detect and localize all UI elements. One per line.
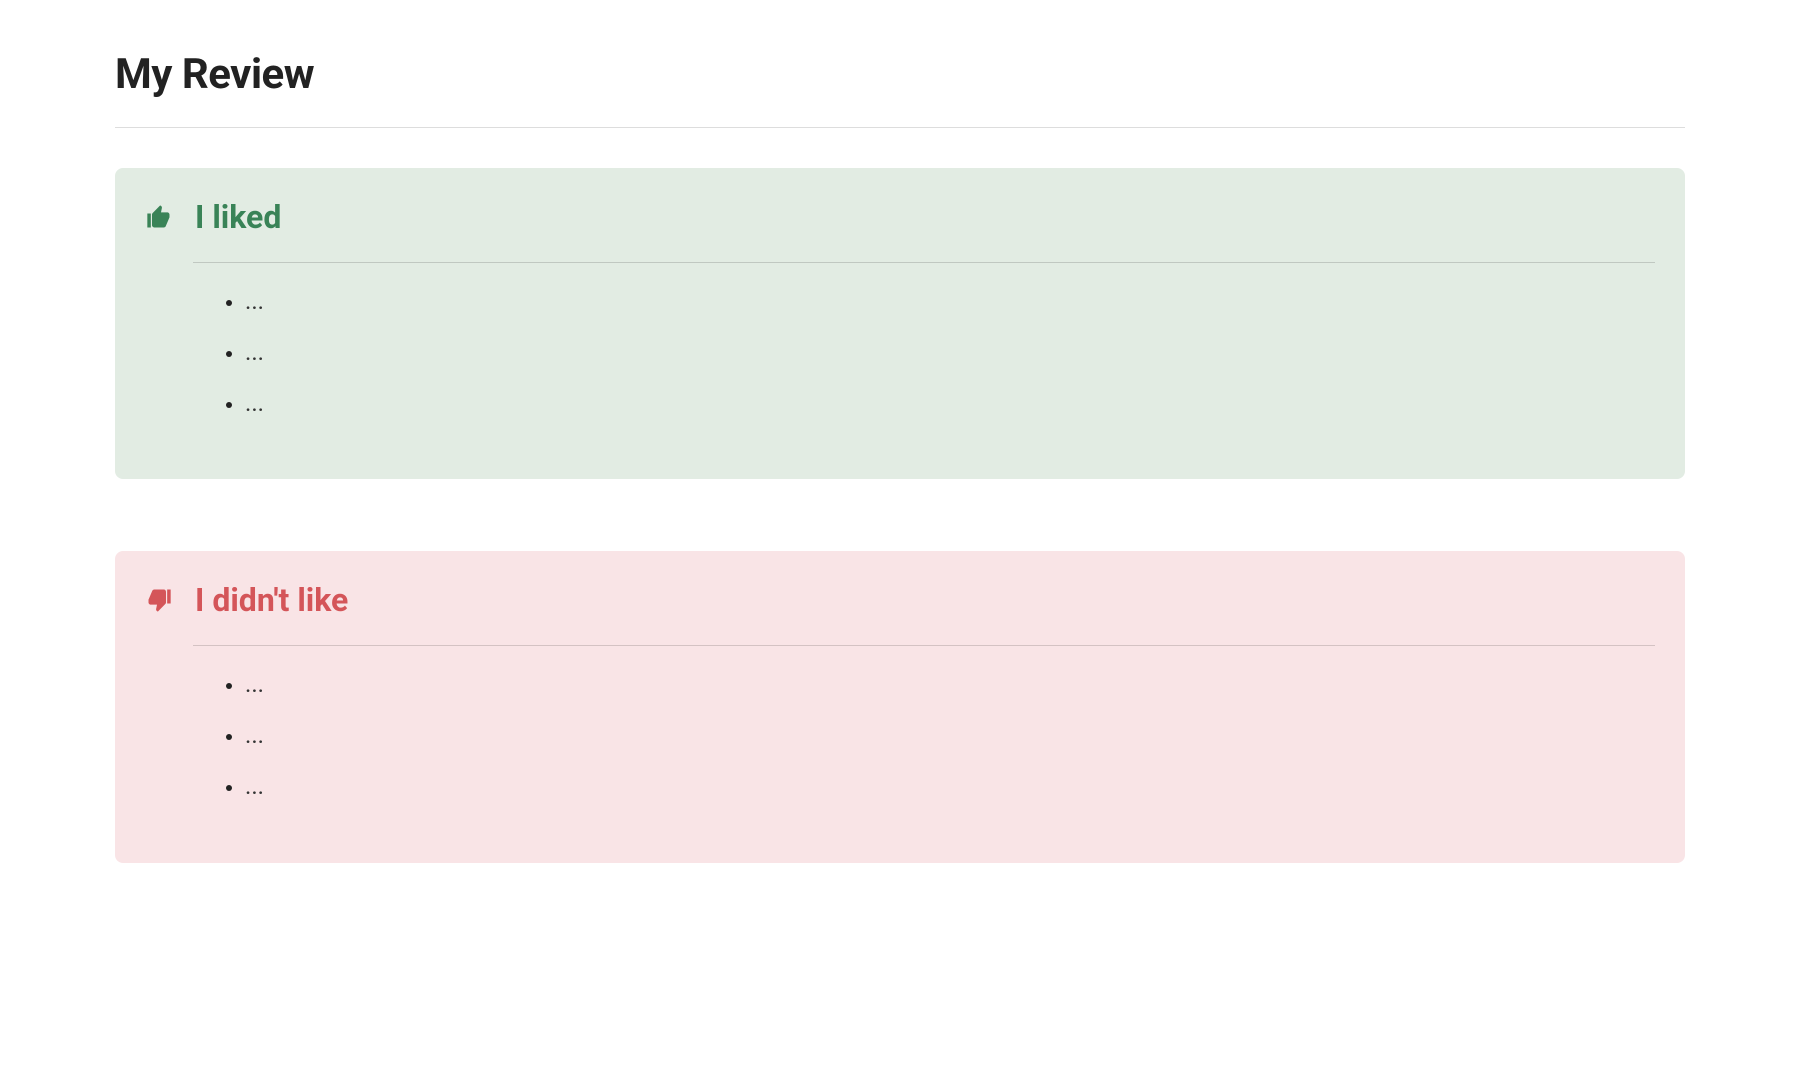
liked-header: I liked [145,198,1655,236]
title-divider [115,127,1685,128]
list-item: ... [245,287,1655,316]
list-item: ... [245,721,1655,750]
list-item: ... [245,772,1655,801]
disliked-heading: I didn't like [195,581,348,619]
disliked-list: ... ... ... [145,670,1655,800]
list-item: ... [245,338,1655,367]
disliked-divider [193,645,1655,646]
liked-card: I liked ... ... ... [115,168,1685,479]
liked-heading: I liked [195,198,281,236]
list-item: ... [245,389,1655,418]
thumbs-up-icon [145,203,173,231]
disliked-header: I didn't like [145,581,1655,619]
page-title: My Review [115,50,1685,99]
disliked-card: I didn't like ... ... ... [115,551,1685,862]
liked-divider [193,262,1655,263]
list-item: ... [245,670,1655,699]
thumbs-down-icon [145,586,173,614]
liked-list: ... ... ... [145,287,1655,417]
